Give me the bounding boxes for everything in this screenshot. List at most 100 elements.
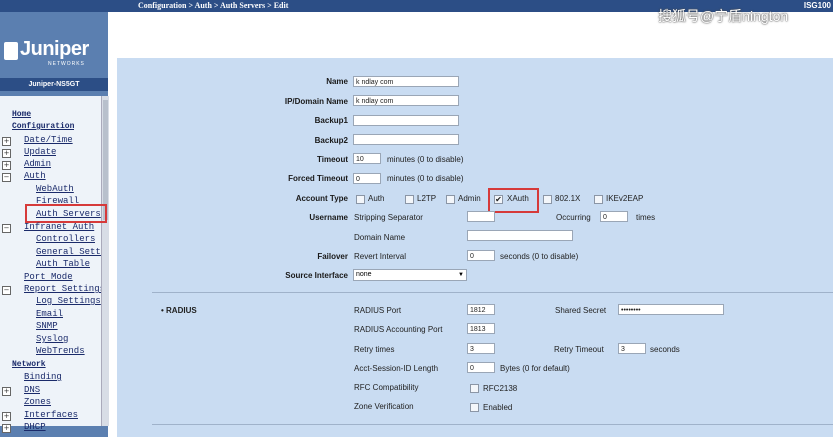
admin-option-label: Admin [458, 194, 481, 203]
admin-checkbox[interactable] [446, 195, 455, 204]
zone-verification-option-label: Enabled [483, 403, 513, 412]
nav-item-syslog[interactable]: Syslog [36, 333, 68, 345]
backup1-label: Backup1 [314, 116, 348, 125]
acct-session-id-suffix: Bytes (0 for default) [500, 364, 570, 373]
radius-port-input[interactable]: 1812 [467, 304, 495, 315]
forced-timeout-label: Forced Timeout [288, 174, 348, 183]
8021x-option-label: 802.1X [555, 194, 581, 203]
zone-verification-checkbox[interactable] [470, 403, 479, 412]
nav-item-port-mode[interactable]: Port Mode [24, 271, 73, 283]
nav-item-general-settings[interactable]: General Settings [36, 246, 101, 258]
collapse-icon[interactable]: − [2, 224, 11, 233]
nav-item-webtrends[interactable]: WebTrends [36, 345, 85, 357]
expand-icon[interactable]: + [2, 424, 11, 433]
8021x-checkbox[interactable] [543, 195, 552, 204]
retry-timeout-suffix: seconds [650, 345, 680, 354]
revert-interval-suffix: seconds (0 to disable) [500, 252, 579, 261]
edit-form [117, 58, 833, 437]
device-model-label: ISG100 [803, 1, 831, 10]
auth-option-label: Auth [368, 194, 385, 203]
nav-item-email[interactable]: Email [36, 308, 63, 320]
auth-checkbox[interactable] [356, 195, 365, 204]
revert-interval-input[interactable]: 0 [467, 250, 495, 261]
nav-item-auth[interactable]: Auth [24, 170, 46, 182]
nav-item-admin[interactable]: Admin [24, 158, 51, 170]
name-input[interactable]: k ndlay com [353, 76, 459, 87]
logo-text: Juniper [20, 38, 89, 60]
ip-domain-label: IP/Domain Name [284, 97, 348, 106]
nav-item-log-settings[interactable]: Log Settings [36, 295, 101, 307]
timeout-input[interactable]: 10 [353, 153, 381, 164]
radius-section-label: • RADIUS [161, 306, 197, 315]
nav-item-webauth[interactable]: WebAuth [36, 183, 74, 195]
radius-accounting-port-input[interactable]: 1813 [467, 323, 495, 334]
shared-secret-input[interactable]: •••••••• [618, 304, 724, 315]
scrollbar-thumb[interactable] [103, 100, 108, 220]
backup1-input[interactable] [353, 115, 459, 126]
occurring-suffix: times [636, 213, 656, 222]
nav-item-auth-table[interactable]: Auth Table [36, 258, 90, 270]
backup2-label: Backup2 [314, 136, 348, 145]
ip-domain-input[interactable]: k ndlay com [353, 95, 459, 106]
radius-port-label: RADIUS Port [354, 306, 402, 315]
stripping-separator-input[interactable] [467, 211, 495, 222]
nav-item-interfaces[interactable]: Interfaces [24, 409, 78, 421]
backup2-input[interactable] [353, 134, 459, 145]
expand-icon[interactable]: + [2, 137, 11, 146]
ikev2eap-checkbox[interactable] [594, 195, 603, 204]
device-name: Juniper-NS5GT [0, 78, 108, 91]
section-divider [152, 424, 833, 425]
occurring-label: Occurring [556, 213, 591, 222]
nav-item-binding[interactable]: Binding [24, 371, 62, 383]
l2tp-checkbox[interactable] [405, 195, 414, 204]
retry-timeout-label: Retry Timeout [554, 345, 604, 354]
nav-item-network[interactable]: Network [12, 359, 46, 371]
section-divider [152, 292, 833, 293]
source-interface-value: none [356, 271, 372, 278]
juniper-logo: Juniper NETWORKS [0, 12, 108, 78]
shared-secret-label: Shared Secret [555, 306, 607, 315]
domain-name-input[interactable] [467, 230, 573, 241]
nav-item-snmp[interactable]: SNMP [36, 320, 58, 332]
rfc2138-checkbox[interactable] [470, 384, 479, 393]
radius-section-text: RADIUS [166, 306, 197, 315]
nav-item-zones[interactable]: Zones [24, 396, 51, 408]
domain-name-label: Domain Name [354, 233, 406, 242]
nav-item-date-time[interactable]: Date/Time [24, 134, 73, 146]
forced-timeout-suffix: minutes (0 to disable) [387, 174, 464, 183]
username-label: Username [309, 213, 348, 222]
radius-accounting-port-label: RADIUS Accounting Port [354, 325, 443, 334]
nav-item-report-settings[interactable]: Report Settings [24, 283, 101, 295]
sidebar-scrollbar[interactable] [101, 96, 109, 426]
occurring-input[interactable]: 0 [600, 211, 628, 222]
nav-item-home[interactable]: Home [12, 109, 31, 121]
acct-session-id-input[interactable]: 0 [467, 362, 495, 373]
breadcrumb: Configuration > Auth > Auth Servers > Ed… [138, 1, 289, 10]
nav-item-infranet-auth[interactable]: Infranet Auth [24, 221, 101, 233]
nav-item-dhcp[interactable]: DHCP [24, 421, 46, 433]
nav-item-configuration[interactable]: Configuration [12, 121, 74, 133]
expand-icon[interactable]: + [2, 161, 11, 170]
forced-timeout-input[interactable]: 0 [353, 173, 381, 184]
account-type-label: Account Type [295, 194, 348, 203]
expand-icon[interactable]: + [2, 412, 11, 421]
watermark: 搜狐号@宁盾nington [658, 8, 789, 24]
retry-timeout-input[interactable]: 3 [618, 343, 646, 354]
source-interface-select[interactable]: none ▼ [353, 269, 467, 281]
nav-item-update[interactable]: Update [24, 146, 56, 158]
collapse-icon[interactable]: − [2, 286, 11, 295]
acct-session-id-label: Acct-Session-ID Length [354, 364, 439, 373]
nav-item-dns[interactable]: DNS [24, 384, 40, 396]
logo-subtext: NETWORKS [48, 61, 85, 67]
expand-icon[interactable]: + [2, 149, 11, 158]
rfc2138-option-label: RFC2138 [483, 384, 518, 393]
source-interface-label: Source Interface [285, 271, 348, 280]
name-label: Name [326, 77, 348, 86]
nav-item-controllers[interactable]: Controllers [36, 233, 95, 245]
stripping-separator-label: Stripping Separator [354, 213, 423, 222]
expand-icon[interactable]: + [2, 387, 11, 396]
retry-times-input[interactable]: 3 [467, 343, 495, 354]
failover-label: Failover [317, 252, 348, 261]
zone-verification-label: Zone Verification [354, 402, 414, 411]
collapse-icon[interactable]: − [2, 173, 11, 182]
